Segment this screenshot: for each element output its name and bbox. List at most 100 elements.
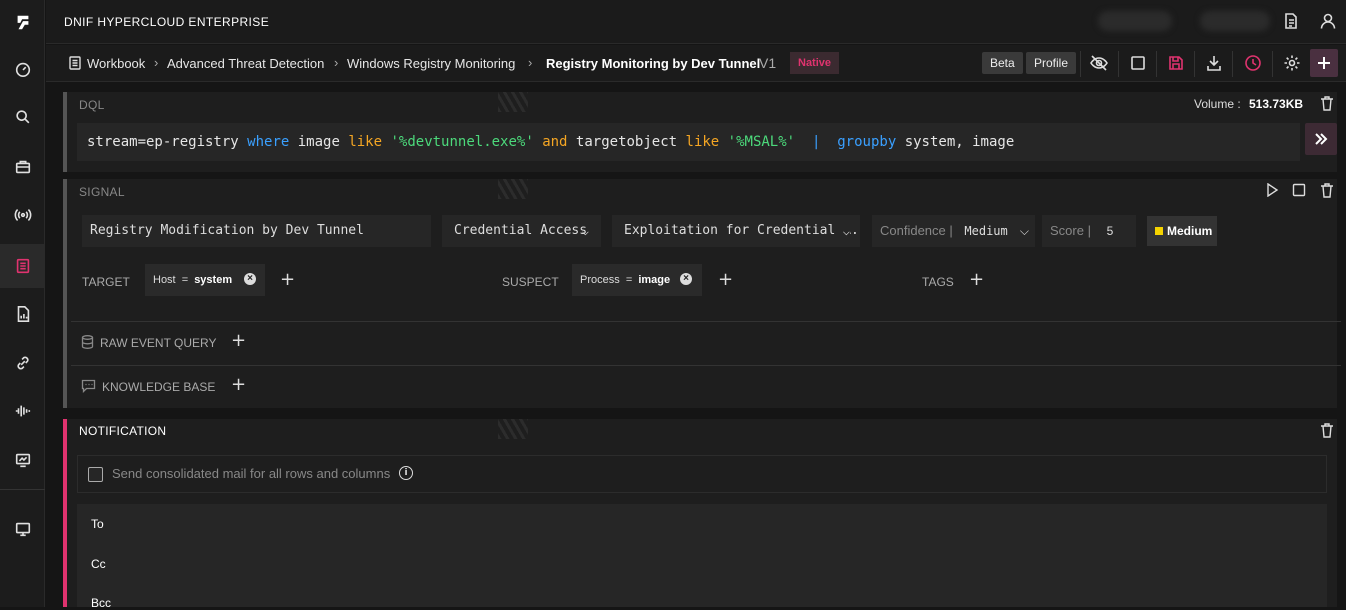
report-document-icon[interactable] <box>0 292 45 336</box>
version-label: V1 <box>759 55 777 71</box>
trash-icon[interactable] <box>1320 423 1334 438</box>
add-raw-event-query-button[interactable]: + <box>231 330 246 351</box>
notification-panel: NOTIFICATION Send consolidated mail for … <box>63 419 1337 610</box>
suspect-key: Process <box>580 274 620 286</box>
workbook-icon <box>69 56 81 70</box>
briefcase-icon[interactable] <box>0 145 45 189</box>
clock-schedule-icon[interactable] <box>1244 54 1262 72</box>
dql-title: DQL <box>79 98 105 112</box>
tactic-dropdown[interactable]: Credential Access ⌵ <box>442 215 601 247</box>
add-button[interactable] <box>1310 49 1338 77</box>
divider <box>71 321 1341 322</box>
toolbar-divider <box>1194 51 1195 77</box>
toolbar-divider <box>1080 51 1081 77</box>
breadcrumb-windows-registry-monitoring[interactable]: Windows Registry Monitoring <box>347 56 515 71</box>
eye-off-icon[interactable] <box>1090 54 1108 72</box>
desktop-monitor-icon[interactable] <box>0 507 45 551</box>
target-key: Host <box>153 274 176 286</box>
score-label: Score | <box>1050 223 1091 238</box>
chat-bubble-icon <box>81 379 96 393</box>
cc-label[interactable]: Cc <box>91 557 106 571</box>
info-icon[interactable]: i <box>399 466 413 480</box>
technique-value: Exploitation for Credential A... <box>624 223 860 238</box>
target-pill: Host = system × <box>145 264 265 296</box>
score-value: 5 <box>1106 224 1114 238</box>
add-target-button[interactable]: + <box>280 269 295 290</box>
suspect-label: SUSPECT <box>502 275 559 289</box>
score-input[interactable]: Score | 5 <box>1042 215 1136 247</box>
native-badge: Native <box>790 52 840 74</box>
profile-button[interactable]: Profile <box>1026 52 1077 74</box>
sidebar-divider <box>0 489 45 490</box>
chevron-right-icon: › <box>154 55 159 70</box>
dashboard-gauge-icon[interactable] <box>0 47 45 91</box>
search-icon[interactable] <box>0 95 45 139</box>
signal-title: SIGNAL <box>79 185 125 199</box>
dql-token: like <box>685 134 720 150</box>
play-icon[interactable] <box>1265 183 1279 197</box>
save-icon[interactable] <box>1167 54 1185 72</box>
link-icon[interactable] <box>0 341 45 385</box>
tags-label: TAGS <box>922 275 954 289</box>
dql-token: stream=ep-registry <box>87 134 248 150</box>
workbook-icon[interactable] <box>0 244 45 288</box>
confidence-label: Confidence | <box>880 223 953 238</box>
target-eq: = <box>181 274 189 286</box>
dql-token: and <box>542 134 568 150</box>
tactic-value: Credential Access <box>454 223 588 238</box>
toolbar-divider <box>1232 51 1233 77</box>
run-query-button[interactable] <box>1305 123 1337 155</box>
document-icon[interactable] <box>1282 12 1300 30</box>
dql-panel: DQL Volume : 513.73KB stream=ep-registry… <box>63 92 1337 172</box>
severity-dot <box>1155 227 1163 235</box>
dql-query-input[interactable]: stream=ep-registry where image like '%de… <box>77 123 1300 161</box>
panel-hatch-decoration <box>498 179 528 199</box>
plus-icon <box>1318 57 1330 69</box>
consolidated-mail-checkbox[interactable] <box>88 467 103 482</box>
remove-target-icon[interactable]: × <box>244 273 256 285</box>
remove-suspect-icon[interactable]: × <box>680 273 692 285</box>
suspect-value: image <box>638 274 671 286</box>
monitor-chart-icon[interactable] <box>0 438 45 482</box>
square-icon[interactable] <box>1292 183 1306 197</box>
broadcast-signal-icon[interactable] <box>0 193 45 237</box>
toolbar-divider <box>1272 51 1273 77</box>
bcc-label[interactable]: Bcc <box>91 596 111 610</box>
breadcrumb-current: Registry Monitoring by Dev Tunnel <box>546 56 761 71</box>
dql-token: '%MSAL%' <box>719 134 796 150</box>
consolidated-mail-label: Send consolidated mail for all rows and … <box>112 466 391 481</box>
toolbar-divider <box>1118 51 1119 77</box>
add-knowledge-base-button[interactable]: + <box>231 374 246 395</box>
beta-button[interactable]: Beta <box>982 52 1023 74</box>
app-title: DNIF HYPERCLOUD ENTERPRISE <box>64 15 270 29</box>
add-tag-button[interactable]: + <box>969 269 984 290</box>
confidence-dropdown[interactable]: Confidence | Medium ⌵ <box>872 215 1035 247</box>
suspect-eq: = <box>625 274 633 286</box>
chevron-down-icon: ⌵ <box>1019 224 1029 238</box>
to-label[interactable]: To <box>91 517 104 531</box>
dnif-logo-icon[interactable] <box>0 0 45 44</box>
blurred-user-info <box>1098 11 1172 31</box>
user-profile-icon[interactable] <box>1319 12 1337 30</box>
double-chevron-right-icon <box>1315 133 1328 145</box>
breadcrumb-advanced-threat-detection[interactable]: Advanced Threat Detection <box>167 56 324 71</box>
trash-icon[interactable] <box>1320 96 1334 111</box>
dql-token: groupby <box>837 134 897 150</box>
blurred-org-info <box>1200 11 1270 31</box>
add-suspect-button[interactable]: + <box>718 269 733 290</box>
technique-dropdown[interactable]: Exploitation for Credential A... ⌵ <box>612 215 860 247</box>
waveform-icon[interactable] <box>0 389 45 433</box>
dql-token: where <box>247 134 290 150</box>
breadcrumb-workbook[interactable]: Workbook <box>87 56 145 71</box>
chevron-down-icon: ⌵ <box>840 215 850 247</box>
breadcrumb: Workbook › Advanced Threat Detection › W… <box>46 45 1346 82</box>
trash-icon[interactable] <box>1320 183 1334 198</box>
download-icon[interactable] <box>1205 54 1223 72</box>
signal-name-input[interactable]: Registry Modification by Dev Tunnel <box>82 215 431 247</box>
gear-icon[interactable] <box>1283 54 1301 72</box>
dql-token: image <box>289 134 349 150</box>
chevron-right-icon: › <box>528 55 533 70</box>
volume-value: 513.73KB <box>1249 97 1304 111</box>
square-stop-icon[interactable] <box>1129 54 1147 72</box>
suspect-pill: Process = image × <box>572 264 702 296</box>
